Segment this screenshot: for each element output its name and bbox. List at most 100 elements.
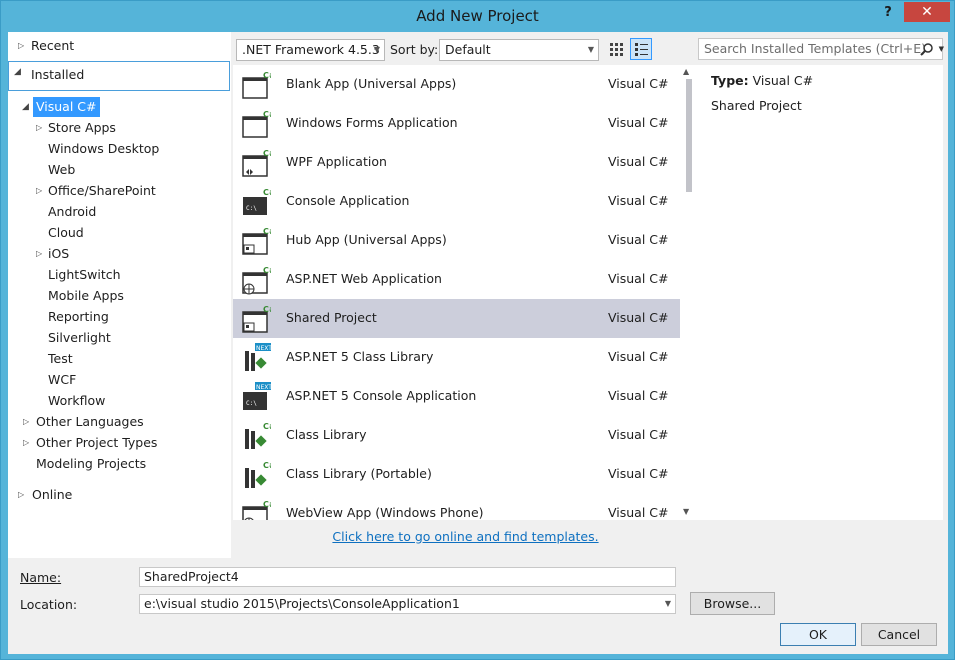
template-item[interactable]: C:\ NEXT ASP.NET 5 Console Application Visu… [233, 377, 680, 416]
svg-text:C#: C# [263, 149, 271, 158]
template-item[interactable]: C# Class Library Visual C# [233, 416, 680, 455]
sort-value: Default [445, 42, 491, 57]
tree-item-label: Recent [31, 38, 75, 53]
framework-value: .NET Framework 4.5.3 [242, 42, 380, 57]
template-name: WebView App (Windows Phone) [286, 505, 484, 520]
hub-app-icon: C# [241, 226, 276, 256]
svg-text:C:\: C:\ [246, 400, 257, 407]
sort-select[interactable]: Default ▼ [439, 39, 599, 61]
template-item[interactable]: C# WebView App (Windows Phone) Visual C# [233, 494, 680, 520]
tree-item-label: Mobile Apps [48, 288, 124, 303]
grid-view-icon [610, 43, 623, 56]
scroll-down-icon[interactable]: ▼ [683, 507, 689, 516]
list-view-icon [635, 43, 648, 56]
template-language: Visual C# [608, 466, 669, 481]
title-bar[interactable]: Add New Project ? ✕ [1, 1, 954, 33]
template-item[interactable]: C# ASP.NET Web Application Visual C# [233, 260, 680, 299]
tree-item-label: Silverlight [48, 330, 111, 345]
expand-arrow-icon[interactable]: ▷ [36, 118, 42, 138]
shared-project-icon: C# [241, 304, 276, 334]
expand-arrow-icon[interactable]: ▷ [18, 485, 24, 505]
portable-library-icon: C# [241, 460, 276, 490]
tree-item-label: Store Apps [48, 120, 116, 135]
tree-item-label: LightSwitch [48, 267, 121, 282]
svg-text:C#: C# [263, 110, 271, 119]
chevron-down-icon[interactable]: ▼ [939, 39, 944, 59]
location-label: Location: [20, 597, 77, 612]
template-item[interactable]: C# Shared Project Visual C# [233, 299, 680, 338]
console-icon: C:\ C# [241, 187, 276, 217]
expand-arrow-icon[interactable]: ▷ [23, 412, 29, 432]
dialog-window: Add New Project ? ✕ ▷ Recent ◢ Installed… [0, 0, 955, 660]
template-item[interactable]: NEXT ASP.NET 5 Class Library Visual C# [233, 338, 680, 377]
dialog-title: Add New Project [416, 7, 539, 25]
search-placeholder: Search Installed Templates (Ctrl+E) [704, 41, 927, 56]
template-language: Visual C# [608, 115, 669, 130]
tree-item-label: Office/SharePoint [48, 183, 156, 198]
tree-item-label: Web [48, 162, 76, 177]
template-list-scrollbar[interactable]: ▲ ▼ [680, 65, 698, 520]
ok-button[interactable]: OK [780, 623, 856, 646]
cancel-button[interactable]: Cancel [861, 623, 937, 646]
template-name: Hub App (Universal Apps) [286, 232, 447, 247]
template-item[interactable]: C# Blank App (Universal Apps) Visual C# [233, 65, 680, 104]
template-language: Visual C# [608, 154, 669, 169]
tree-item-label: WCF [48, 372, 77, 387]
class-library-icon: C# [241, 421, 276, 451]
template-item[interactable]: C# Windows Forms Application Visual C# [233, 104, 680, 143]
close-button[interactable]: ✕ [904, 2, 950, 22]
tree-item-installed[interactable]: ◢ Installed [8, 61, 230, 91]
template-name: Blank App (Universal Apps) [286, 76, 457, 91]
tree-item-label: Windows Desktop [48, 141, 160, 156]
template-language: Visual C# [608, 427, 669, 442]
windows-forms-icon: C# [241, 109, 276, 139]
expand-arrow-icon[interactable]: ▷ [18, 36, 24, 56]
tree-item-label: Reporting [48, 309, 109, 324]
template-name: ASP.NET 5 Class Library [286, 349, 434, 364]
tree-item-label: Cloud [48, 225, 84, 240]
browse-button[interactable]: Browse... [690, 592, 775, 615]
svg-text:NEXT: NEXT [256, 345, 271, 352]
small-icons-view-button[interactable] [606, 39, 626, 59]
template-name: ASP.NET Web Application [286, 271, 442, 286]
help-button[interactable]: ? [877, 3, 899, 23]
wpf-icon: C# [241, 148, 276, 178]
location-input[interactable]: e:\visual studio 2015\Projects\ConsoleAp… [139, 594, 676, 614]
svg-text:C:\: C:\ [246, 205, 257, 212]
template-name: Console Application [286, 193, 410, 208]
search-installed-templates-input[interactable]: Search Installed Templates (Ctrl+E) ▼ [698, 38, 944, 60]
expand-arrow-icon[interactable]: ▷ [23, 433, 29, 453]
tree-item-label: Test [48, 351, 73, 366]
chevron-down-icon[interactable]: ▼ [665, 595, 671, 613]
template-item[interactable]: C:\ C# Console Application Visual C# [233, 182, 680, 221]
list-view-button[interactable] [630, 38, 652, 60]
template-item[interactable]: C# WPF Application Visual C# [233, 143, 680, 182]
svg-text:C#: C# [263, 500, 271, 509]
template-language: Visual C# [608, 193, 669, 208]
template-name: Windows Forms Application [286, 115, 458, 130]
scroll-up-icon[interactable]: ▲ [683, 67, 689, 76]
name-label-text: Name: [20, 570, 62, 585]
type-row: Type: Visual C# [711, 73, 813, 88]
expand-arrow-icon[interactable]: ▷ [36, 244, 42, 264]
framework-select[interactable]: .NET Framework 4.5.3 ▼ [236, 39, 385, 61]
expand-arrow-icon[interactable]: ▷ [36, 181, 42, 201]
svg-text:C#: C# [263, 227, 271, 236]
template-language: Visual C# [608, 505, 669, 520]
location-value: e:\visual studio 2015\Projects\ConsoleAp… [144, 596, 460, 611]
svg-text:C#: C# [263, 461, 271, 470]
sort-by-label: Sort by: [390, 42, 439, 57]
search-icon [920, 43, 933, 56]
tree-item-label: Online [32, 487, 73, 502]
tree-item-label: Workflow [48, 393, 106, 408]
template-item[interactable]: C# Hub App (Universal Apps) Visual C# [233, 221, 680, 260]
tree-item-label: iOS [48, 246, 70, 261]
collapse-arrow-icon[interactable]: ◢ [22, 97, 29, 117]
template-item[interactable]: C# Class Library (Portable) Visual C# [233, 455, 680, 494]
svg-text:C#: C# [263, 305, 271, 314]
project-name-input[interactable]: SharedProject4 [139, 567, 676, 587]
universal-app-icon: C# [241, 70, 276, 100]
collapse-arrow-icon[interactable]: ◢ [14, 67, 21, 77]
scrollbar-thumb[interactable] [686, 79, 692, 192]
online-templates-link[interactable]: Click here to go online and find templat… [233, 529, 698, 544]
